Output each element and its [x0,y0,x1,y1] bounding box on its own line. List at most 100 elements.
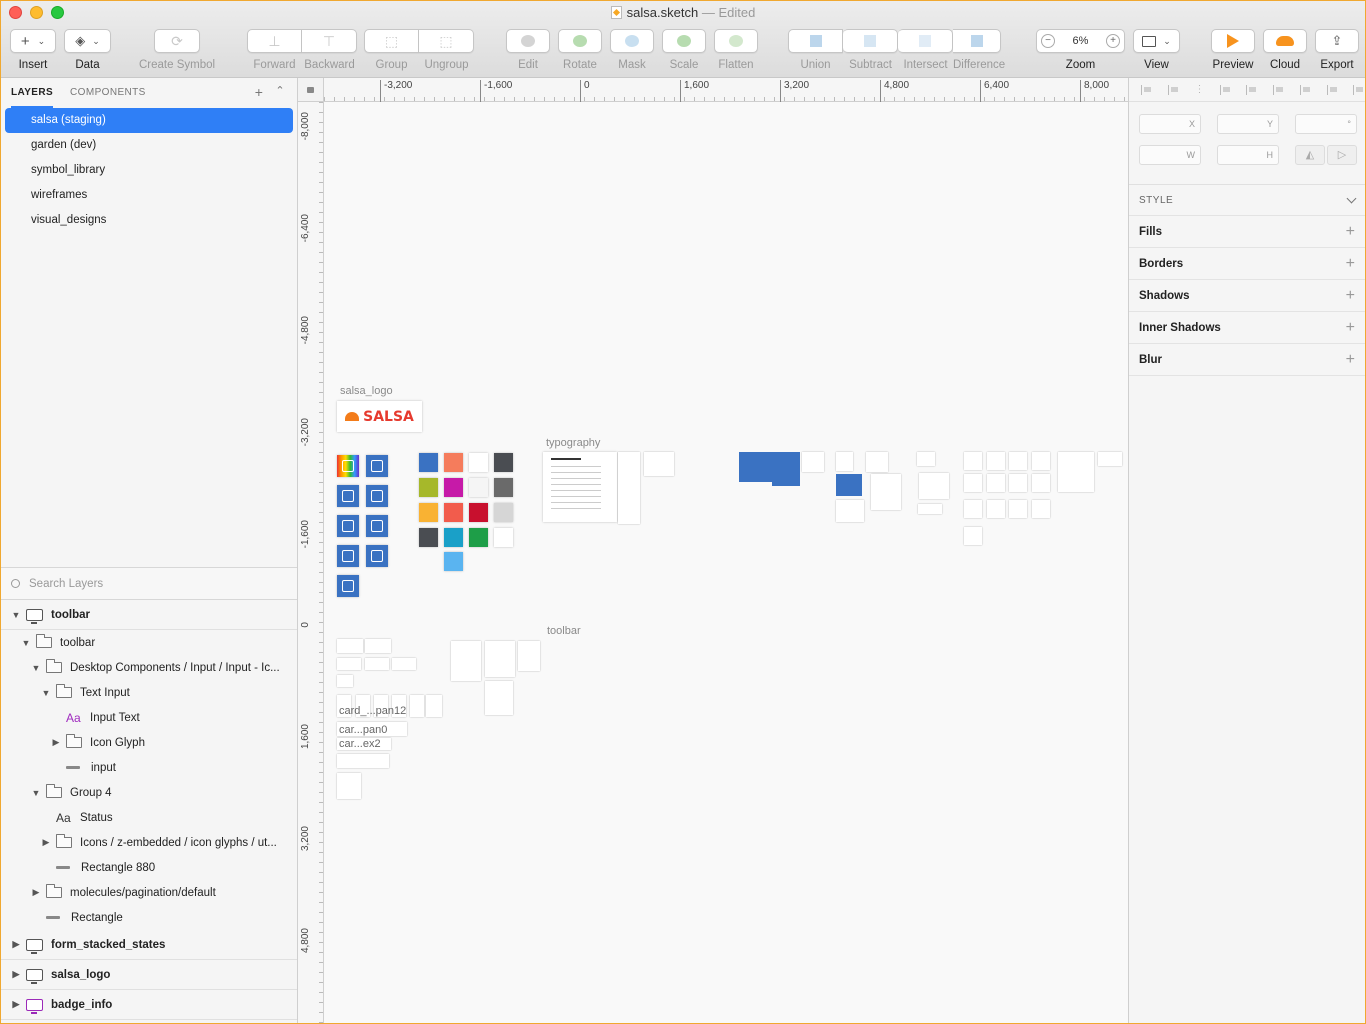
layer-row-rectangle[interactable]: Rectangle [1,905,297,930]
component-artboard[interactable] [919,473,949,499]
toolbar-variant-artboard[interactable] [485,641,515,677]
section-blur[interactable]: Blur + [1129,344,1365,376]
layer-row-desktop-components-input-input-ic[interactable]: ▼ Desktop Components / Input / Input - Ic… [1,655,297,680]
toolbar-variant-artboard[interactable] [451,641,481,681]
flip-horizontal-button[interactable]: ◭ [1295,145,1325,165]
icon-artboard[interactable] [337,515,359,537]
layer-row-salsa-logo[interactable]: ▶ salsa_logo [1,960,297,990]
disclosure-open-icon[interactable]: ▼ [10,610,22,620]
component-artboard[interactable] [802,452,824,472]
view-tool[interactable]: ⌄ View [1133,29,1180,71]
tab-layers[interactable]: LAYERS [11,78,54,108]
preview-button[interactable] [1211,29,1255,53]
vertical-ruler[interactable]: -8,000 -6,400 -4,800 -3,200 -1,600 0 1,600 3,20… [298,102,324,1023]
subtract-button[interactable] [843,29,898,53]
disclosure-open-icon[interactable]: ▼ [20,638,32,648]
distribute-vertical-icon[interactable] [1167,84,1180,95]
align-right-icon[interactable] [1273,84,1285,95]
color-swatch[interactable] [444,503,463,522]
color-swatch[interactable] [469,503,488,522]
zoom-in-button[interactable]: + [1106,34,1120,48]
disclosure-closed-icon[interactable]: ▶ [10,999,22,1010]
flip-vertical-button[interactable]: ▷ [1327,145,1357,165]
component-artboard[interactable] [964,474,982,492]
layer-row-group-4[interactable]: ▼ Group 4 [1,780,297,805]
align-center-icon[interactable] [1246,84,1258,95]
edit-button[interactable] [506,29,550,53]
component-artboard[interactable] [1009,474,1027,492]
data-tool[interactable]: ◈ ⌄ Data [64,29,111,71]
add-page-icon[interactable]: + [255,84,264,100]
icon-artboard[interactable] [337,485,359,507]
union-tool[interactable]: Union [788,29,843,71]
zoom-value[interactable]: 6% [1073,35,1089,47]
color-swatch[interactable] [469,478,488,497]
ungroup-tool[interactable]: ⬚ Ungroup [419,29,474,71]
canvas[interactable]: -3,200 -1,600 0 1,600 3,200 4,800 6,400 8,000 -… [298,78,1128,1023]
disclosure-open-icon[interactable]: ▼ [40,688,52,698]
disclosure-closed-icon[interactable]: ▶ [30,887,42,898]
icon-artboard[interactable] [366,455,388,477]
layer-row-toolbar[interactable]: ▼ toolbar [1,600,297,630]
toolbar-variant-artboard[interactable] [392,658,416,670]
y-position-field[interactable]: Y [1217,114,1279,134]
layer-row-badge-info[interactable]: ▶ badge_info [1,990,297,1020]
component-artboard[interactable] [871,474,901,510]
color-swatch[interactable] [494,478,513,497]
component-artboard[interactable] [964,527,982,545]
color-swatch[interactable] [494,453,513,472]
artboard-label-card-pan12[interactable]: card_...pan12 [339,705,406,717]
difference-button[interactable] [953,29,1001,53]
component-artboard[interactable] [1032,452,1050,470]
horizontal-ruler[interactable]: -3,200 -1,600 0 1,600 3,200 4,800 6,400 8,000 [324,78,1128,102]
toolbar-variant-artboard[interactable] [518,641,540,671]
component-artboard[interactable] [964,500,982,518]
color-swatch[interactable] [444,552,463,571]
style-section-header[interactable]: STYLE [1129,184,1365,216]
component-artboard[interactable] [1009,452,1027,470]
add-shadows-icon[interactable]: + [1346,287,1355,305]
cloud-button[interactable] [1263,29,1307,53]
component-artboard[interactable] [918,504,942,514]
add-inner-shadows-icon[interactable]: + [1346,319,1355,337]
icon-artboard[interactable] [366,485,388,507]
disclosure-closed-icon[interactable]: ▶ [50,737,62,748]
toolbar-variant-artboard[interactable] [365,639,391,653]
color-swatch[interactable] [469,453,488,472]
backward-tool[interactable]: ⊤ Backward [302,29,357,71]
search-layers-input[interactable]: Search Layers [29,578,103,590]
component-artboard[interactable] [964,452,982,470]
mask-button[interactable] [610,29,654,53]
add-borders-icon[interactable]: + [1346,255,1355,273]
layer-row-form-stacked-states[interactable]: ▶ form_stacked_states [1,930,297,960]
layer-row-input-text[interactable]: Aa Input Text [1,705,297,730]
flatten-button[interactable] [714,29,758,53]
export-tool[interactable]: ⇪ Export [1315,29,1359,71]
component-artboard[interactable] [836,500,864,522]
layer-row-status[interactable]: Aa Status [1,805,297,830]
color-swatch[interactable] [469,528,488,547]
disclosure-closed-icon[interactable]: ▶ [10,939,22,950]
scale-button[interactable] [662,29,706,53]
artboard-salsa-logo[interactable]: SALSA [337,401,422,432]
section-fills[interactable]: Fills + [1129,216,1365,248]
section-shadows[interactable]: Shadows + [1129,280,1365,312]
disclosure-open-icon[interactable]: ▼ [30,663,42,673]
component-artboard[interactable] [987,500,1005,518]
intersect-tool[interactable]: Intersect [898,29,953,71]
page-item-visual-designs[interactable]: visual_designs [5,208,293,233]
search-layers[interactable]: Search Layers [1,567,297,600]
ungroup-button[interactable]: ⬚ [419,29,474,53]
difference-tool[interactable]: Difference [953,29,1005,71]
component-artboard[interactable] [1058,452,1094,492]
group-tool[interactable]: ⬚ Group [364,29,419,71]
rotation-field[interactable]: ° [1295,114,1357,134]
create-symbol-tool[interactable]: ⟳ Create Symbol [139,29,215,71]
align-bottom-icon[interactable] [1353,84,1365,95]
flatten-tool[interactable]: Flatten [714,29,758,71]
layer-row-toolbar[interactable]: ▼ toolbar [1,630,297,655]
page-item-salsa-staging[interactable]: salsa (staging) [5,108,293,133]
forward-tool[interactable]: ⊥ Forward [247,29,302,71]
align-middle-icon[interactable] [1326,84,1339,95]
component-artboard[interactable] [836,452,853,471]
